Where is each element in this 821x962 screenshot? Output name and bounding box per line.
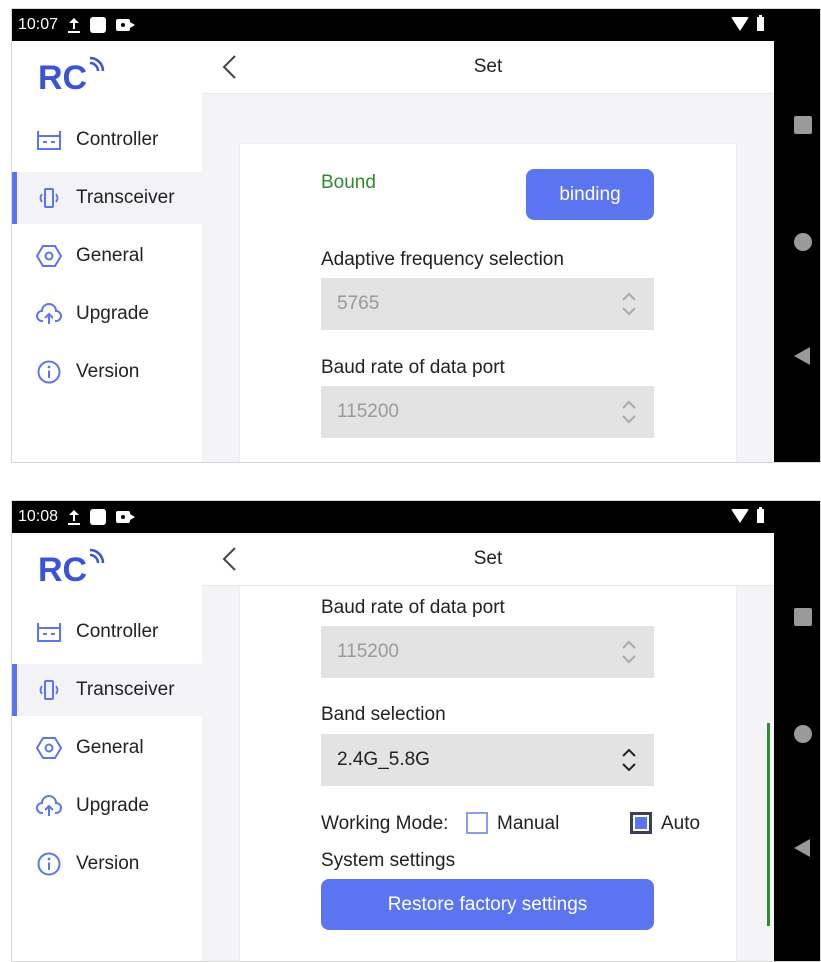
- battery-icon: [757, 507, 764, 523]
- manual-checkbox[interactable]: [466, 812, 488, 834]
- page-title: Set: [473, 548, 503, 569]
- select-value: 5765: [337, 293, 380, 314]
- camera-icon: [116, 511, 136, 523]
- sidebar-item-label: General: [76, 737, 144, 758]
- general-icon: [36, 737, 62, 759]
- controller-icon: [37, 623, 61, 642]
- sidebar-item-controller[interactable]: Controller: [12, 606, 202, 658]
- status-time: 10:08: [18, 508, 59, 525]
- version-icon: [37, 360, 61, 384]
- main-panel: Set Bound binding Adaptive frequency sel…: [202, 41, 774, 462]
- select-value: 115200: [337, 641, 399, 662]
- svg-text:RC: RC: [38, 551, 87, 587]
- restore-factory-button[interactable]: Restore factory settings: [321, 879, 654, 930]
- main-panel: Baud rate of data port 115200 Band selec…: [202, 533, 774, 961]
- sidebar: RC Controller Transceiver General Upgrad…: [12, 41, 202, 462]
- sidebar-item-label: Version: [76, 853, 140, 874]
- notification-icon: [90, 509, 107, 525]
- select-value: 115200: [337, 401, 399, 422]
- settings-card: Bound binding Adaptive frequency selecti…: [240, 144, 736, 462]
- upgrade-icon: [36, 303, 62, 324]
- sidebar-item-label: Controller: [76, 621, 159, 642]
- sidebar-item-label: Upgrade: [76, 303, 149, 324]
- general-icon: [36, 245, 62, 267]
- nav-back-icon[interactable]: [794, 347, 810, 365]
- home-icon[interactable]: [794, 233, 812, 251]
- select-value: 2.4G_5.8G: [337, 749, 430, 770]
- scrollbar[interactable]: [767, 723, 770, 926]
- chevron-updown-icon: [622, 640, 636, 664]
- sidebar-item-transceiver[interactable]: Transceiver: [12, 172, 202, 224]
- android-nav-bar: [774, 9, 820, 462]
- band-selection-label: Band selection: [321, 704, 446, 725]
- adaptive-frequency-label: Adaptive frequency selection: [321, 249, 564, 270]
- home-icon[interactable]: [794, 725, 812, 743]
- manual-label: Manual: [497, 813, 560, 834]
- sidebar-item-label: Transceiver: [76, 679, 175, 700]
- android-nav-bar: [774, 501, 820, 961]
- bind-status: Bound: [321, 172, 376, 193]
- chevron-updown-icon: [622, 400, 636, 424]
- binding-button[interactable]: binding: [526, 169, 654, 220]
- working-mode-label: Working Mode:: [321, 813, 449, 834]
- sidebar-item-general[interactable]: General: [12, 722, 202, 774]
- baud-rate-select[interactable]: 115200: [321, 386, 654, 438]
- screenshot-1: 10:07 RC Controller Transceiver General …: [11, 8, 821, 463]
- rc-logo: RC: [38, 56, 105, 95]
- upload-icon: [68, 509, 81, 525]
- top-bar: Set: [202, 41, 774, 94]
- version-icon: [37, 852, 61, 876]
- sidebar-item-label: Transceiver: [76, 187, 175, 208]
- chevron-updown-icon: [622, 292, 636, 316]
- settings-card: Baud rate of data port 115200 Band selec…: [240, 533, 736, 961]
- transceiver-icon: [39, 188, 59, 208]
- auto-checkbox[interactable]: [630, 812, 652, 834]
- controller-icon: [37, 131, 61, 150]
- sidebar-item-label: Upgrade: [76, 795, 149, 816]
- sidebar-item-general[interactable]: General: [12, 230, 202, 282]
- status-bar: 10:07: [12, 9, 774, 41]
- sidebar-item-version[interactable]: Version: [12, 346, 202, 398]
- screenshot-2: 10:08 RC Controller Transceiver General …: [11, 500, 821, 962]
- sidebar-item-transceiver[interactable]: Transceiver: [12, 664, 202, 716]
- baud-rate-select[interactable]: 115200: [321, 626, 654, 678]
- baud-rate-label: Baud rate of data port: [321, 357, 505, 378]
- sidebar-item-label: General: [76, 245, 144, 266]
- notification-icon: [90, 17, 107, 33]
- rc-logo: RC: [38, 548, 105, 587]
- sidebar-item-controller[interactable]: Controller: [12, 114, 202, 166]
- auto-label: Auto: [661, 813, 701, 834]
- sidebar-item-label: Version: [76, 361, 140, 382]
- sidebar-item-version[interactable]: Version: [12, 838, 202, 890]
- system-settings-label: System settings: [321, 850, 456, 871]
- page-title: Set: [473, 56, 503, 77]
- status-bar: 10:08: [12, 501, 774, 533]
- recents-icon[interactable]: [794, 608, 812, 626]
- sidebar: RC Controller Transceiver General Upgrad…: [12, 533, 202, 961]
- wifi-icon: [731, 509, 749, 523]
- recents-icon[interactable]: [794, 116, 812, 134]
- chevron-updown-icon: [622, 748, 636, 772]
- svg-text:RC: RC: [38, 59, 87, 95]
- band-selection-select[interactable]: 2.4G_5.8G: [321, 734, 654, 786]
- camera-icon: [116, 19, 136, 31]
- baud-rate-label: Baud rate of data port: [321, 597, 505, 618]
- sidebar-item-upgrade[interactable]: Upgrade: [12, 780, 202, 832]
- transceiver-icon: [39, 680, 59, 700]
- nav-back-icon[interactable]: [794, 839, 810, 857]
- top-bar: Set: [202, 533, 774, 586]
- upload-icon: [68, 17, 81, 33]
- wifi-icon: [731, 17, 749, 31]
- upgrade-icon: [36, 795, 62, 816]
- adaptive-frequency-select[interactable]: 5765: [321, 278, 654, 330]
- sidebar-item-label: Controller: [76, 129, 159, 150]
- sidebar-item-upgrade[interactable]: Upgrade: [12, 288, 202, 340]
- status-time: 10:07: [18, 16, 59, 33]
- battery-icon: [757, 15, 764, 31]
